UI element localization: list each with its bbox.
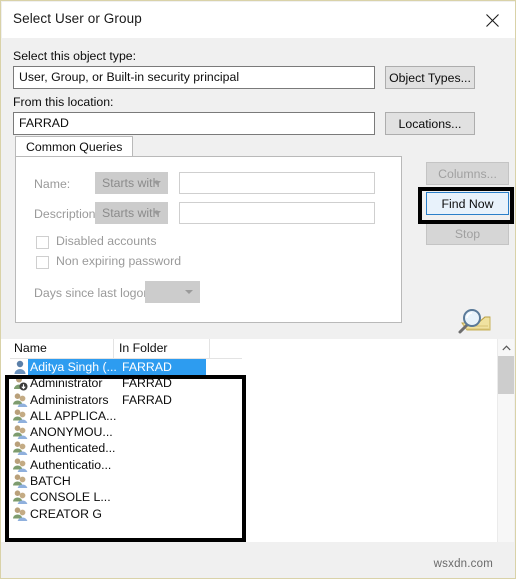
non-expiring-password-label: Non expiring password <box>56 254 182 268</box>
scrollbar-thumb[interactable] <box>498 356 514 394</box>
group-icon <box>12 489 28 505</box>
title-bar: Select User or Group <box>2 2 515 38</box>
group-icon <box>13 474 28 489</box>
group-icon <box>13 409 28 423</box>
group-icon <box>13 490 28 505</box>
disabled-accounts-checkbox[interactable] <box>36 236 49 249</box>
table-row[interactable]: Administrators FARRAD <box>10 392 242 408</box>
table-row[interactable]: Aditya Singh (... FARRAD <box>10 359 242 376</box>
group-icon <box>13 441 28 456</box>
user-icon <box>12 359 28 375</box>
magnifier-folder-icon <box>452 306 492 340</box>
row-in-folder: FARRAD <box>122 376 172 391</box>
row-name: CREATOR G <box>30 506 102 521</box>
columns-button[interactable]: Columns... <box>426 162 509 185</box>
chevron-up-icon <box>501 344 511 350</box>
row-name: Administrators <box>30 392 109 407</box>
days-since-logon-select[interactable] <box>145 281 200 303</box>
search-results-area: Name In Folder Aditya Singh (... FARRAD Ad… <box>1 339 514 542</box>
location-label: From this location: <box>13 95 114 109</box>
row-name: ALL APPLICA... <box>30 408 117 423</box>
row-name: Administrator <box>30 376 103 391</box>
group-icon <box>13 507 28 521</box>
group-icon <box>12 457 28 473</box>
table-row[interactable]: ALL APPLICA... <box>10 408 242 424</box>
row-name: ANONYMOU... <box>30 425 113 440</box>
scrollbar-up-button[interactable] <box>498 339 514 356</box>
object-type-field[interactable]: User, Group, or Built-in security princi… <box>13 66 375 89</box>
group-icon <box>13 458 28 472</box>
table-row[interactable]: CREATOR G <box>10 506 242 522</box>
user-icon <box>14 360 26 374</box>
group-icon <box>12 440 28 456</box>
table-row[interactable]: BATCH <box>10 473 242 489</box>
group-icon <box>12 473 28 489</box>
page-scrollbar[interactable] <box>497 339 514 542</box>
group-icon <box>12 392 28 408</box>
user-arrow-icon <box>12 375 28 391</box>
listview-rows: Aditya Singh (... FARRAD Administrator FARR… <box>10 359 242 522</box>
column-divider[interactable] <box>209 339 210 359</box>
chevron-down-icon <box>153 181 161 185</box>
name-label: Name: <box>34 177 71 191</box>
non-expiring-password-checkbox[interactable] <box>36 256 49 269</box>
locations-button[interactable]: Locations... <box>385 112 475 135</box>
description-operator-select[interactable]: Starts with <box>95 202 168 224</box>
row-name: Authenticated... <box>30 441 116 456</box>
name-operator-select[interactable]: Starts with <box>95 172 168 194</box>
row-in-folder: FARRAD <box>122 360 172 374</box>
select-user-or-group-dialog: Select User or Group Select this object … <box>0 0 516 579</box>
row-name: CONSOLE L... <box>30 490 111 505</box>
search-results-listview[interactable]: Name In Folder Aditya Singh (... FARRAD Ad… <box>10 339 242 542</box>
group-icon <box>13 425 28 440</box>
listview-header: Name In Folder <box>10 339 242 359</box>
table-row[interactable]: CONSOLE L... <box>10 489 242 505</box>
stop-button[interactable]: Stop <box>426 222 509 245</box>
description-operator-value: Starts with <box>102 206 160 220</box>
name-input[interactable] <box>179 172 375 194</box>
row-name: Authenticatio... <box>30 457 112 472</box>
name-operator-value: Starts with <box>102 176 160 190</box>
table-row[interactable]: Authenticated... <box>10 440 242 456</box>
disabled-accounts-label: Disabled accounts <box>56 234 157 248</box>
group-icon <box>12 506 28 522</box>
table-row[interactable]: Authenticatio... <box>10 457 242 473</box>
query-tabstrip: Common Queries Name: Starts with Descrip… <box>15 136 402 323</box>
find-now-button[interactable]: Find Now <box>426 192 509 215</box>
object-type-label: Select this object type: <box>13 49 137 63</box>
object-types-button[interactable]: Object Types... <box>385 66 475 89</box>
close-button[interactable] <box>470 2 515 38</box>
location-field[interactable]: FARRAD <box>13 112 375 135</box>
chevron-down-icon <box>185 290 193 294</box>
tab-common-queries[interactable]: Common Queries <box>15 136 134 157</box>
description-input[interactable] <box>179 202 375 224</box>
window-title: Select User or Group <box>13 11 142 26</box>
column-divider[interactable] <box>113 339 114 359</box>
description-label: Description: <box>34 207 99 221</box>
column-header-name[interactable]: Name <box>14 341 47 355</box>
group-icon <box>13 392 28 407</box>
group-icon <box>12 408 28 424</box>
common-queries-panel: Name: Starts with Description: Starts wi… <box>15 156 402 323</box>
table-row[interactable]: Administrator FARRAD <box>10 375 242 391</box>
chevron-down-icon <box>153 211 161 215</box>
days-since-logon-label: Days since last logon: <box>34 286 154 300</box>
user-arrow-icon <box>14 376 28 391</box>
table-row[interactable]: ANONYMOU... <box>10 424 242 440</box>
row-name: BATCH <box>30 474 71 489</box>
group-icon <box>12 424 28 440</box>
row-name: Aditya Singh (... <box>30 360 117 374</box>
row-in-folder: FARRAD <box>122 392 172 407</box>
watermark: wsxdn.com <box>433 558 493 570</box>
column-header-in-folder[interactable]: In Folder <box>119 341 168 355</box>
close-icon <box>486 13 499 27</box>
